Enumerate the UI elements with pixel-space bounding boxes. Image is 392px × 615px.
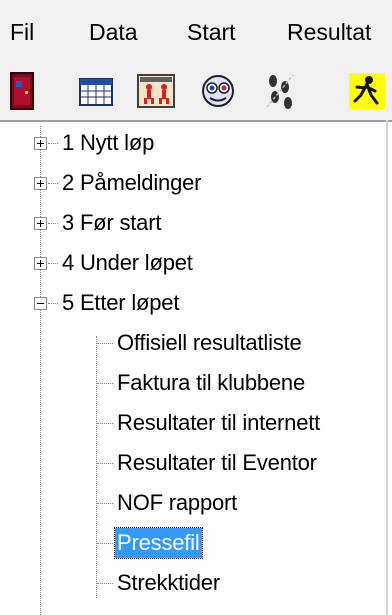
tree-label-selected[interactable]: Pressefil	[114, 527, 203, 559]
tree-node-etter-lopet[interactable]: 5 Etter løpet	[0, 288, 380, 318]
runner-icon[interactable]	[347, 71, 387, 111]
tree-node-under-lopet[interactable]: 4 Under løpet	[0, 248, 380, 278]
tree-label[interactable]: 4 Under løpet	[60, 248, 195, 278]
tree-label[interactable]: 1 Nytt løp	[60, 128, 156, 158]
menu-fil[interactable]: Fil	[10, 17, 34, 47]
navigation-tree: 1 Nytt løp 2 Påmeldinger 3 Før start 4 U…	[0, 120, 392, 615]
panel-border-right	[386, 120, 388, 615]
tree-node-nytt-lop[interactable]: 1 Nytt løp	[0, 128, 380, 158]
tree-leaf-faktura-til-klubbene[interactable]: Faktura til klubbene	[0, 368, 380, 398]
tree-leaf-pressefil[interactable]: Pressefil	[0, 527, 380, 559]
expand-plus-icon[interactable]	[34, 177, 47, 190]
tree-label[interactable]: Strekktider	[115, 568, 222, 598]
tree-label[interactable]: Resultater til Eventor	[115, 448, 319, 478]
menu-data[interactable]: Data	[89, 17, 138, 47]
tree-leaf-nof-rapport[interactable]: NOF rapport	[0, 488, 380, 518]
tree-leaf-offisiell-resultatliste[interactable]: Offisiell resultatliste	[0, 328, 380, 358]
expand-plus-icon[interactable]	[34, 217, 47, 230]
menu-bar: Fil Data Start Resultat	[0, 0, 392, 62]
tree-label[interactable]: 3 Før start	[60, 208, 163, 238]
tree-node-pameldinger[interactable]: 2 Påmeldinger	[0, 168, 380, 198]
menu-resultat[interactable]: Resultat	[287, 17, 371, 47]
expand-plus-icon[interactable]	[34, 137, 47, 150]
collapse-minus-icon[interactable]	[34, 297, 47, 310]
tree-label[interactable]: Faktura til klubbene	[115, 368, 307, 398]
tree-leaf-resultater-til-eventor[interactable]: Resultater til Eventor	[0, 448, 380, 478]
tree-label[interactable]: 5 Etter løpet	[60, 288, 181, 318]
calendar-icon[interactable]	[78, 71, 118, 111]
tree-label[interactable]: 2 Påmeldinger	[60, 168, 203, 198]
tree-label[interactable]: Offisiell resultatliste	[115, 328, 304, 358]
menu-start[interactable]: Start	[187, 17, 236, 47]
runners-icon[interactable]	[137, 71, 177, 111]
exit-door-icon[interactable]	[10, 71, 50, 111]
toolbar	[0, 71, 392, 111]
tree-leaf-strekktider[interactable]: Strekktider	[0, 568, 380, 598]
tree-label[interactable]: Resultater til internett	[115, 408, 322, 438]
footprints-icon[interactable]	[263, 71, 303, 111]
panel-border	[0, 120, 392, 122]
expand-plus-icon[interactable]	[34, 257, 47, 270]
tree-leaf-resultater-til-internett[interactable]: Resultater til internett	[0, 408, 380, 438]
tree-node-for-start[interactable]: 3 Før start	[0, 208, 380, 238]
eye-icon[interactable]	[198, 71, 238, 111]
tree-label[interactable]: NOF rapport	[115, 488, 239, 518]
